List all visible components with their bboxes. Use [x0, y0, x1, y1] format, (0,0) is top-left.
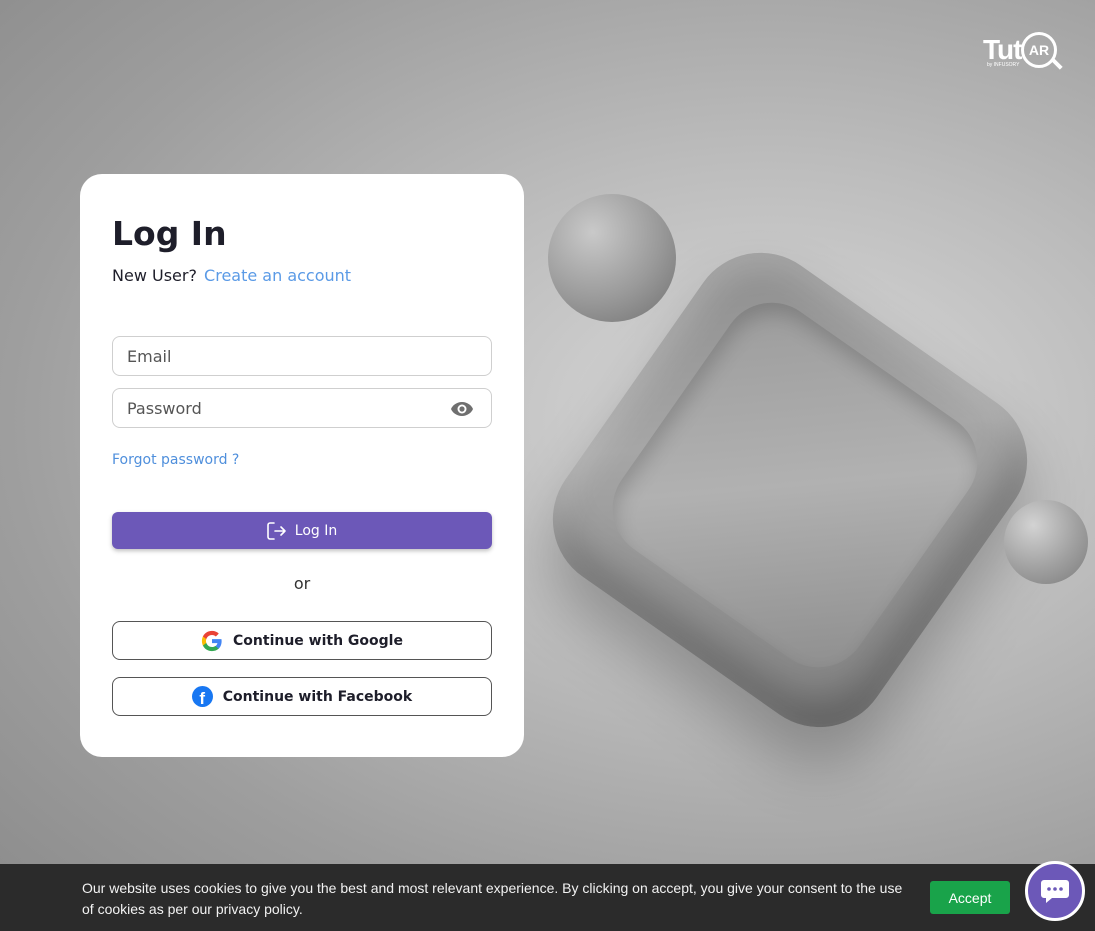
google-signin-button[interactable]: Continue with Google: [112, 621, 492, 660]
forgot-password-link[interactable]: Forgot password ?: [112, 452, 239, 468]
or-divider: or: [293, 574, 311, 593]
logo-magnifier-handle: [1051, 58, 1063, 70]
email-input[interactable]: [113, 337, 491, 375]
chat-launcher-button[interactable]: [1025, 861, 1085, 921]
facebook-signin-button[interactable]: f Continue with Facebook: [112, 677, 492, 716]
background-sphere-large: [548, 194, 676, 322]
logout-arrow-icon: [266, 521, 286, 540]
logo-magnifier-icon: AR: [1021, 32, 1057, 68]
password-input[interactable]: [113, 389, 491, 427]
facebook-f-icon: f: [191, 686, 213, 707]
eye-icon[interactable]: [449, 401, 475, 417]
cookie-banner-text: Our website uses cookies to give you the…: [82, 880, 903, 917]
google-g-icon: [201, 630, 222, 651]
logo-subtext: by INFUSORY: [987, 62, 1020, 68]
cookie-banner: Our website uses cookies to give you the…: [0, 864, 1095, 931]
login-card: Log In New User? Create an account Forgo…: [80, 174, 524, 757]
facebook-button-label: Continue with Facebook: [222, 688, 413, 705]
login-button[interactable]: Log In: [112, 512, 492, 549]
google-button-label: Continue with Google: [233, 632, 403, 649]
create-account-link[interactable]: Create an account: [204, 266, 351, 285]
page-title: Log In: [112, 214, 227, 253]
brand-logo[interactable]: Tut AR by INFUSORY: [983, 32, 1065, 72]
new-user-label: New User?: [112, 266, 197, 285]
new-user-prompt: New User? Create an account: [112, 266, 351, 285]
accept-cookies-button[interactable]: Accept: [930, 881, 1010, 914]
email-field[interactable]: [112, 336, 492, 376]
login-button-label: Log In: [294, 522, 338, 539]
password-field[interactable]: [112, 388, 492, 428]
background-sphere-small: [1004, 500, 1088, 584]
chat-bubble-icon: [1041, 880, 1069, 903]
